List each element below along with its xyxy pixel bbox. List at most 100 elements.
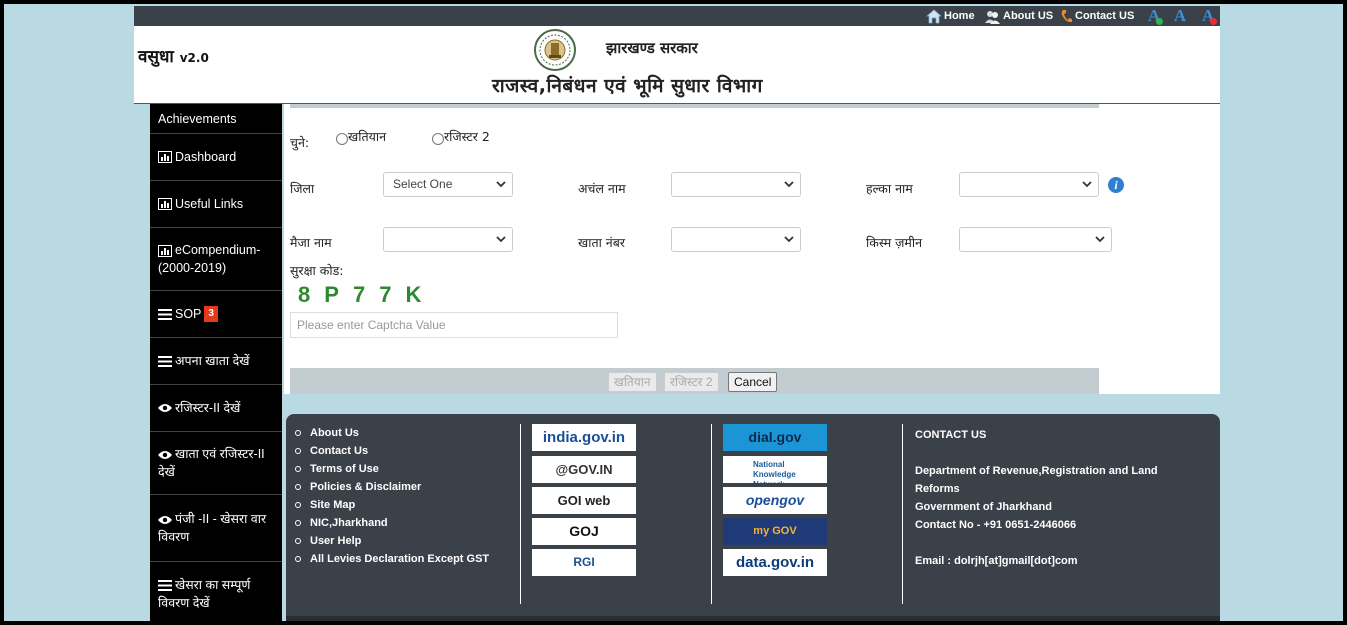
india-gov-logo[interactable]: india.gov.in [532,424,636,451]
captcha-input[interactable]: Please enter Captcha Value [290,312,618,338]
contact-email: Email : dolrjh[at]gmail[dot]com [915,555,1078,567]
chevron-down-icon [784,181,794,188]
halka-label: हल्का नाम [866,181,913,196]
sidebar-item-useful-links[interactable]: Useful Links [150,181,282,228]
sidebar-item-label: रजिस्टर-II देखें [175,401,241,415]
security-code-label: सुरक्षा कोड: [290,263,344,278]
sidebar-item-ecompendium[interactable]: eCompendium-(2000-2019) [150,228,282,291]
bar-chart-icon [158,244,172,257]
footer-link-policies[interactable]: Policies & Disclaimer [294,478,489,496]
footer-link-contact[interactable]: Contact Us [294,442,489,460]
page-frame: Home About US Contact US A A A वसुधा v2.… [4,4,1343,621]
register2-button[interactable]: रजिस्टर 2 [664,372,719,392]
choose-label: चुने: [290,135,310,150]
eye-icon [158,450,172,459]
font-decrease-button[interactable]: A [1199,7,1217,25]
footer-divider [520,424,521,604]
sidebar-item-khesra-details[interactable]: खेसरा का सम्पूर्ण विवरण देखें [150,562,282,621]
sidebar-item-panji-2-khesra[interactable]: पंजी -II - खेसरा वार विवरण [150,495,282,562]
department-name: राजस्व,निबंधन एवं भूमि सुधार विभाग [492,75,763,97]
mauza-label: मैजा नाम [290,235,332,250]
footer-link-terms[interactable]: Terms of Use [294,460,489,478]
users-icon [985,10,1000,24]
goi-web-directory-logo[interactable]: GOI web directory [532,487,636,514]
bar-chart-icon [158,151,172,163]
dial-gov-logo[interactable]: dial.gov [723,424,827,451]
eye-icon [158,404,172,412]
footer-divider [711,424,712,604]
sidebar-item-label: SOP [175,307,202,321]
brand-logo[interactable]: वसुधा v2.0 [138,44,209,67]
captcha-char: K [405,282,422,307]
sidebar-item-dashboard[interactable]: Dashboard [150,134,282,181]
sidebar-item-register-2[interactable]: रजिस्टर-II देखें [150,385,282,432]
khatiyan-radio[interactable] [336,133,348,145]
sidebar-item-sop[interactable]: SOP 3 [150,291,282,338]
goj-logo[interactable]: GOJ [532,518,636,545]
sidebar-item-label: Achievements [158,111,237,126]
halka-select[interactable] [959,172,1099,197]
captcha-image: 8P77K [298,282,435,308]
form-button-bar: खतियान रजिस्टर 2 Cancel [290,368,1099,394]
footer-bottom-strip [286,616,1220,621]
data-gov-logo[interactable]: data.gov.in [723,549,827,576]
cancel-button[interactable]: Cancel [728,372,778,392]
list-icon [158,579,172,591]
district-select[interactable]: Select One [383,172,513,197]
brand-version: v2.0 [179,51,209,65]
opengov-logo[interactable]: opengov [723,487,827,514]
form-top-strip [290,104,1099,108]
top-bar: Home About US Contact US A A A [134,6,1220,26]
khata-number-select[interactable] [671,227,801,252]
sidebar-item-khata-register-2[interactable]: खाता एवं रजिस्टर-II देखें [150,432,282,495]
sidebar-item-label: अपना खाता देखें [175,354,250,368]
anchal-select[interactable] [671,172,801,197]
chevron-down-icon [1082,181,1092,188]
list-icon [158,308,172,320]
captcha-char: 8 [298,282,311,307]
captcha-char: 7 [352,282,366,307]
rgi-logo[interactable]: RGI [532,549,636,576]
footer-link-nic[interactable]: NIC,Jharkhand [294,514,489,532]
state-emblem-icon [534,29,576,71]
bar-chart-icon [158,198,172,210]
list-icon [158,355,172,367]
home-link[interactable]: Home [926,6,975,26]
contact-heading: CONTACT US [915,429,987,441]
phone-icon [1061,9,1072,22]
chevron-down-icon [1095,236,1105,243]
sidebar-item-apna-khata[interactable]: अपना खाता देखें [150,338,282,385]
info-icon[interactable]: i [1108,177,1124,193]
home-icon [926,9,942,23]
contact-link[interactable]: Contact US [1060,6,1134,26]
minus-icon [1210,18,1217,25]
chevron-down-icon [784,236,794,243]
about-link[interactable]: About US [984,6,1053,26]
land-type-select[interactable] [959,227,1112,252]
footer-link-sitemap[interactable]: Site Map [294,496,489,514]
chevron-down-icon [496,236,506,243]
at-gov-logo[interactable]: @GOV.IN [532,456,636,483]
sidebar-item-label: eCompendium-(2000-2019) [158,243,261,275]
site-header: वसुधा v2.0 झारखण्ड सरकार राजस्व,निबंधन ए… [134,26,1220,104]
mauza-select[interactable] [383,227,513,252]
sidebar-item-achievements[interactable]: Achievements [150,104,282,134]
captcha-char: P [324,282,339,307]
khata-number-label: खाता नंबर [578,235,625,250]
footer-link-about[interactable]: About Us [294,424,489,442]
footer-link-help[interactable]: User Help [294,532,489,550]
sop-count-badge: 3 [204,306,218,322]
footer-links: About Us Contact Us Terms of Use Policie… [294,424,489,568]
search-form: चुने: खतियान रजिस्टर 2 जिला Select One अ… [284,104,1220,394]
register2-radio[interactable] [432,133,444,145]
footer-link-levies[interactable]: All Levies Declaration Except GST [294,550,489,568]
font-normal-button[interactable]: A [1171,7,1189,25]
font-increase-button[interactable]: A [1145,7,1163,25]
nkn-logo[interactable]: National Knowledge Network [723,456,827,483]
plus-icon [1156,18,1163,25]
khatiyan-button[interactable]: खतियान [608,372,657,392]
brand-name: वसुधा [138,47,174,67]
footer-divider [902,424,903,604]
contact-government: Government of Jharkhand [915,501,1052,513]
mygov-logo[interactable]: my GOV [723,518,827,545]
